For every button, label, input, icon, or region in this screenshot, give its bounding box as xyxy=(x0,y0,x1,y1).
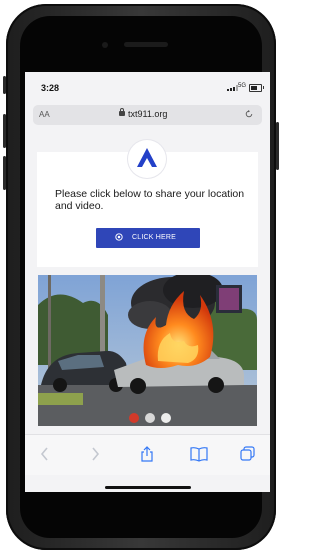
safari-toolbar xyxy=(25,434,270,475)
screen: 3:28 5G AA txt911.org Please click below… xyxy=(25,72,270,492)
share-instructions: Please click below to share your locatio… xyxy=(55,188,245,212)
volume-up-button xyxy=(3,114,6,148)
logo xyxy=(128,140,166,178)
video-feed[interactable] xyxy=(38,275,257,426)
location-target-icon xyxy=(115,233,123,241)
click-here-label: CLICK HERE xyxy=(132,234,177,241)
volume-down-button xyxy=(3,156,6,190)
stop-icon[interactable] xyxy=(161,413,171,423)
home-indicator xyxy=(105,486,191,489)
share-icon[interactable] xyxy=(140,446,154,462)
logo-mark-icon xyxy=(137,148,157,167)
status-bar: 3:28 5G xyxy=(25,72,270,100)
lock-icon xyxy=(119,108,125,116)
forward-icon[interactable] xyxy=(91,446,101,462)
front-camera-icon xyxy=(102,42,108,48)
video-controls xyxy=(129,413,175,424)
page-domain[interactable]: txt911.org xyxy=(128,109,167,119)
address-bar[interactable]: AA txt911.org xyxy=(33,105,262,125)
power-button xyxy=(276,122,279,170)
bookmarks-icon[interactable] xyxy=(190,446,208,462)
back-icon[interactable] xyxy=(39,446,49,462)
status-time: 3:28 xyxy=(41,83,60,93)
signal-icon xyxy=(227,85,238,91)
network-type: 5G xyxy=(238,83,247,89)
click-here-button[interactable]: CLICK HERE xyxy=(96,228,200,248)
mute-switch xyxy=(3,76,6,94)
reload-icon[interactable] xyxy=(245,110,253,118)
earpiece-speaker xyxy=(124,42,168,47)
burning-car-scene xyxy=(38,275,257,426)
tabs-icon[interactable] xyxy=(240,446,256,462)
battery-icon xyxy=(249,84,264,92)
share-prompt-card: Please click below to share your locatio… xyxy=(37,140,258,267)
record-icon[interactable] xyxy=(129,413,139,423)
text-size-button[interactable]: AA xyxy=(39,110,50,119)
camera-switch-icon[interactable] xyxy=(145,413,155,423)
